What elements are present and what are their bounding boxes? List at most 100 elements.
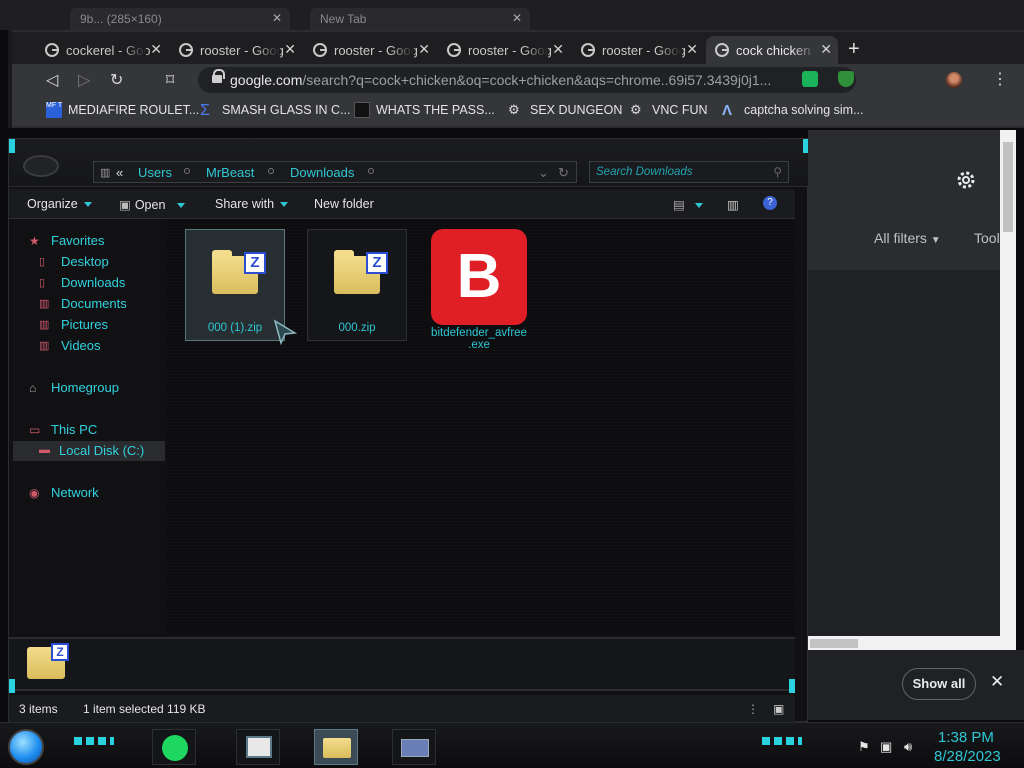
large-icons-view-icon[interactable]: ▣ — [773, 702, 784, 716]
browser-tab[interactable]: cockerel - Goo ✕ — [36, 36, 168, 64]
all-filters-button[interactable]: All filters ▼ — [874, 230, 941, 246]
refresh-icon[interactable]: ↻ — [558, 165, 569, 181]
browser-tab-active[interactable]: cock chicken ✕ — [706, 36, 838, 64]
close-icon[interactable]: ✕ — [272, 11, 282, 25]
taskbar-app-spotify[interactable] — [152, 729, 196, 765]
background-tab[interactable]: New Tab ✕ — [310, 8, 530, 30]
close-icon[interactable]: ✕ — [686, 41, 698, 58]
network-icon[interactable]: ▣ — [880, 739, 892, 755]
file-item[interactable]: Z 000.zip — [307, 229, 407, 341]
nav-network[interactable]: ◉ Network — [29, 485, 99, 500]
close-icon[interactable]: ✕ — [418, 41, 430, 58]
taskbar-app-explorer[interactable] — [314, 729, 358, 765]
close-icon[interactable]: ✕ — [284, 41, 296, 58]
google-icon — [45, 43, 59, 57]
volume-icon[interactable]: 🔊︎ — [904, 739, 912, 755]
search-input[interactable]: Search Downloads ⚲ — [589, 161, 789, 183]
nav-this-pc[interactable]: ▭ This PC — [29, 422, 97, 437]
nav-downloads[interactable]: ▯ Downloads — [39, 275, 125, 290]
browser-tab[interactable]: rooster - Goog ✕ — [438, 36, 570, 64]
preview-pane-icon[interactable]: ▥ — [727, 197, 739, 212]
close-icon[interactable]: ✕ — [552, 41, 564, 58]
gear-icon[interactable] — [954, 168, 978, 192]
browser-tab[interactable]: rooster - Goog ✕ — [572, 36, 704, 64]
nav-homegroup[interactable]: ⌂ Homegroup — [29, 380, 119, 395]
nav-local-disk[interactable]: ▬ Local Disk (C:) — [13, 441, 165, 461]
avatar[interactable] — [946, 72, 962, 88]
nav-label: Pictures — [61, 317, 108, 332]
forward-icon[interactable]: ▷ — [78, 70, 90, 90]
videos-icon: ▥ — [39, 340, 50, 352]
back-icon[interactable]: ◁ — [46, 70, 58, 90]
nav-favorites[interactable]: ★ Favorites — [29, 233, 104, 248]
share-with-button[interactable]: Share with — [215, 197, 289, 211]
close-icon[interactable]: ✕ — [990, 672, 1004, 692]
browser-tab[interactable]: rooster - Goog ✕ — [170, 36, 302, 64]
open-button[interactable]: ▣ Open — [119, 197, 186, 212]
globe-icon: ⚙ — [508, 102, 520, 117]
details-view-icon[interactable]: ⋮ — [747, 702, 759, 716]
menu-icon[interactable]: ⋮ — [992, 69, 1008, 89]
bookmark-label: WHATS THE PASS... — [376, 103, 495, 117]
breadcrumb-separator-icon[interactable] — [184, 168, 190, 174]
nav-videos[interactable]: ▥ Videos — [39, 338, 101, 353]
bookmark-item[interactable]: MF T MEDIAFIRE ROULET... — [46, 102, 199, 118]
new-folder-button[interactable]: New folder — [314, 197, 374, 211]
bookmark-item[interactable]: ⚙ SEX DUNGEON — [508, 102, 623, 117]
clock-date[interactable]: 8/28/2023 — [934, 748, 1001, 765]
address-bar[interactable]: google.com/search?q=cock+chicken&oq=cock… — [198, 67, 856, 93]
close-icon[interactable]: ✕ — [150, 41, 162, 58]
file-item[interactable]: Z 000 (1).zip — [185, 229, 285, 341]
breadcrumb-mrbeast[interactable]: MrBeast — [206, 165, 254, 180]
bookmark-item[interactable]: ⚙ VNC FUN — [630, 102, 708, 117]
organize-button[interactable]: Organize — [27, 197, 92, 211]
reload-icon[interactable]: ↻ — [110, 70, 123, 90]
breadcrumb-users[interactable]: Users — [138, 165, 172, 180]
extension-icon[interactable] — [802, 71, 818, 87]
breadcrumb-downloads[interactable]: Downloads — [290, 165, 354, 180]
scrollbar-thumb[interactable] — [1003, 142, 1013, 232]
lock-icon[interactable] — [212, 69, 225, 85]
breadcrumb-separator-icon[interactable] — [368, 168, 374, 174]
chevron-down-icon[interactable]: ⌄ — [538, 165, 549, 181]
bookmark-label: SEX DUNGEON — [530, 103, 623, 117]
new-tab-button[interactable]: + — [848, 38, 860, 61]
explorer-address-bar[interactable]: ▥ « Users MrBeast Downloads ⌄ ↻ — [93, 161, 577, 183]
nav-pictures[interactable]: ▥ Pictures — [39, 317, 108, 332]
breadcrumb-overflow[interactable]: « — [116, 165, 123, 180]
shield-icon[interactable] — [838, 71, 854, 87]
bookmark-item[interactable]: Λ captcha solving sim... — [722, 102, 864, 119]
mouse-cursor-icon — [273, 319, 297, 345]
view-options-icon[interactable]: ▤ — [673, 197, 703, 212]
start-button[interactable] — [8, 729, 44, 765]
file-item[interactable]: B bitdefender_avfree .exe — [429, 229, 529, 357]
nav-label: Videos — [61, 338, 101, 353]
zip-folder-icon: Z — [212, 250, 266, 294]
bookmark-item[interactable]: WHATS THE PASS... — [354, 102, 495, 118]
browser-tab[interactable]: rooster - Goog ✕ — [304, 36, 436, 64]
close-icon[interactable]: ✕ — [512, 11, 522, 25]
bookmark-icon[interactable]: ⌑ — [166, 70, 174, 90]
help-icon[interactable]: ? — [763, 196, 777, 210]
nav-desktop[interactable]: ▯ Desktop — [39, 254, 109, 269]
url-host: google.com — [230, 72, 303, 88]
file-list[interactable]: Z 000 (1).zip Z 000.zip B bitdefender_av… — [167, 219, 795, 635]
taskbar-app-notepad[interactable] — [236, 729, 280, 765]
search-icon[interactable]: ⚲ — [773, 165, 782, 179]
scrollbar-thumb[interactable] — [810, 639, 858, 648]
nav-label: Favorites — [51, 233, 105, 248]
bookmark-item[interactable]: Σ SMASH GLASS IN C... — [200, 102, 351, 119]
mediafire-icon: MF T — [46, 102, 62, 118]
close-icon[interactable]: ✕ — [820, 41, 832, 58]
clock-time[interactable]: 1:38 PM — [938, 729, 994, 746]
url-text[interactable]: google.com/search?q=cock+chicken&oq=cock… — [230, 72, 790, 88]
nav-documents[interactable]: ▥ Documents — [39, 296, 127, 311]
chevron-down-icon — [177, 203, 186, 209]
flag-icon[interactable]: ⚑ — [858, 739, 870, 755]
background-tab[interactable]: 9b... (285×160) ✕ — [70, 8, 290, 30]
breadcrumb-separator-icon[interactable] — [268, 168, 274, 174]
bitdefender-icon: B — [431, 229, 527, 325]
taskbar-app-control-panel[interactable] — [392, 729, 436, 765]
show-all-button[interactable]: Show all — [902, 668, 976, 700]
browser-window: cockerel - Goo ✕ rooster - Goog ✕ rooste… — [8, 30, 1024, 128]
